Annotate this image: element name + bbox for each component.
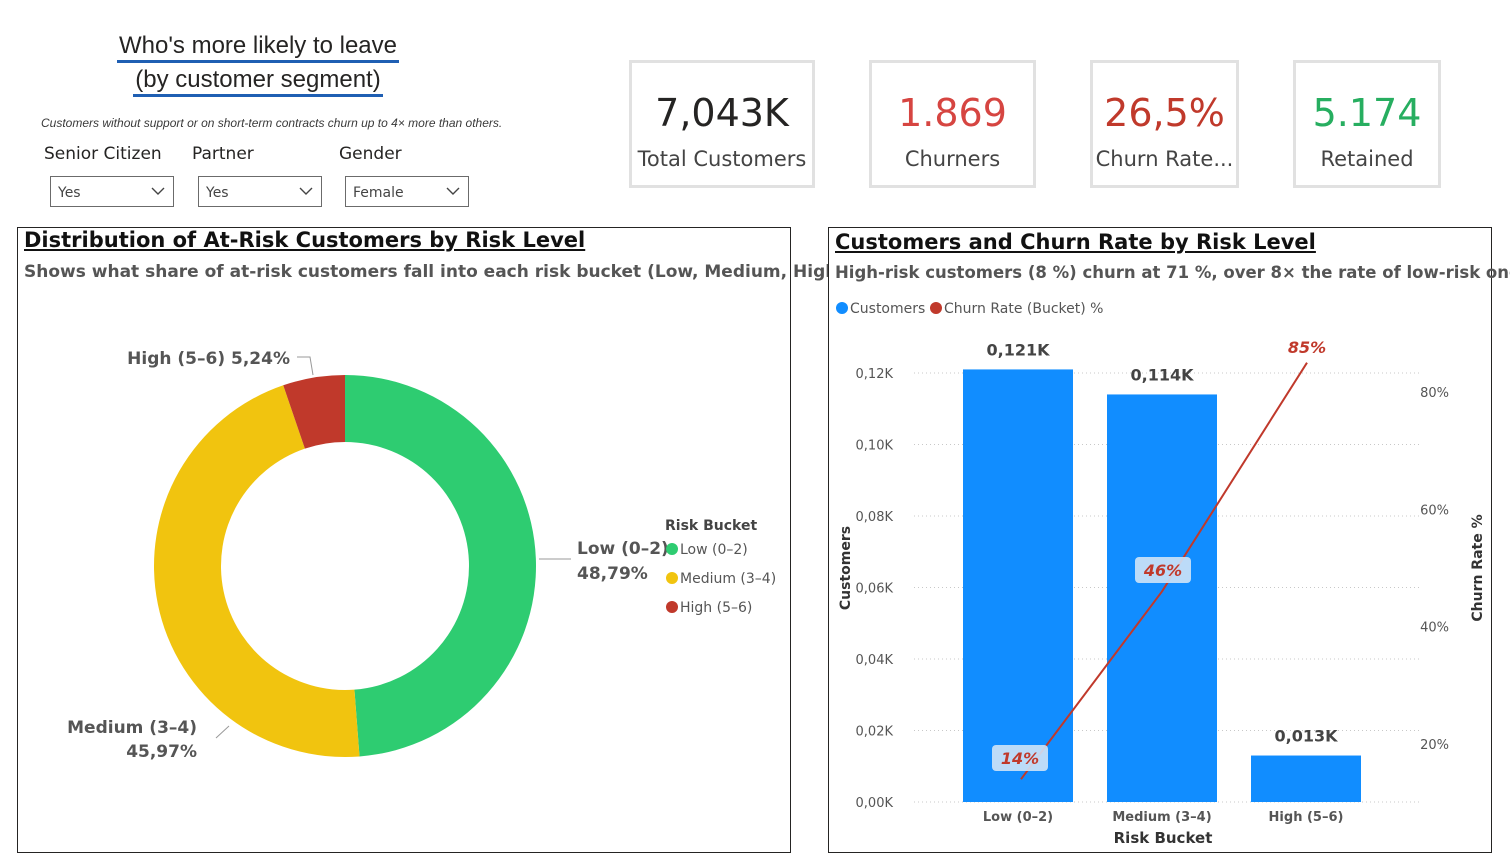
page-title-line1: Who's more likely to leave: [116, 32, 399, 63]
kpi-label: Churn Rate...: [1095, 147, 1234, 171]
kpi-total-customers: 7,043K Total Customers: [629, 60, 815, 188]
donut-chart: Low (0–2) 48,79% Medium (3–4) 45,97% High (5…: [67, 349, 776, 762]
combo-chart: Customers Churn Rate (Bucket) % 0,00K 0,02K…: [836, 301, 1486, 847]
donut-legend-item: Low (0–2): [680, 542, 748, 558]
y-axis-title: Customers: [838, 526, 854, 610]
leader-line-high: [297, 356, 314, 376]
kpi-retained: 5.174 Retained: [1293, 60, 1441, 188]
donut-label-high: High (5–6) 5,24%: [127, 349, 290, 369]
slicer-gender: Gender Female: [339, 144, 469, 207]
kpi-churn-rate: 26,5% Churn Rate...: [1090, 60, 1239, 188]
x-tick-label: Medium (3–4): [1112, 810, 1211, 825]
partner-dropdown[interactable]: Yes: [198, 176, 322, 207]
slicer-value: Yes: [206, 185, 229, 201]
page-title-line2: (by customer segment): [133, 66, 383, 97]
y2-tick-label: 20%: [1420, 738, 1449, 753]
line-value-label: 14%: [1001, 749, 1039, 768]
legend-marker-customers: [836, 302, 848, 314]
combo-panel: Customers and Churn Rate by Risk Level H…: [828, 227, 1510, 853]
donut-slice-1: [345, 375, 536, 757]
y-tick-label: 0,12K: [856, 367, 894, 382]
slicer-label: Gender: [339, 144, 402, 164]
bar-1: [963, 369, 1073, 802]
page-title: Who's more likely to leave (by customer …: [98, 30, 418, 97]
y-tick-label: 0,10K: [856, 439, 894, 454]
donut-legend-item: High (5–6): [680, 600, 752, 616]
kpi-churners: 1.869 Churners: [869, 60, 1036, 188]
combo-legend-churn-rate: Churn Rate (Bucket) %: [944, 301, 1103, 317]
combo-legend-customers: Customers: [850, 301, 925, 317]
bar-3: [1251, 755, 1361, 802]
donut-value-medium: 45,97%: [126, 742, 197, 762]
y-tick-label: 0,00K: [856, 796, 894, 811]
y2-tick-label: 80%: [1420, 386, 1449, 401]
y2-axis-title: Churn Rate %: [1470, 514, 1486, 621]
donut-label-medium: Medium (3–4): [67, 718, 197, 738]
slicer-partner: Partner Yes: [192, 144, 322, 207]
donut-legend-title: Risk Bucket: [665, 518, 757, 534]
y-tick-label: 0,06K: [856, 582, 894, 597]
y-tick-label: 0,08K: [856, 510, 894, 525]
donut-label-low: Low (0–2): [577, 539, 669, 559]
line-value-label: 85%: [1288, 338, 1326, 357]
legend-marker-churn-rate: [930, 302, 942, 314]
bar-value-label: 0,114K: [1130, 365, 1194, 384]
kpi-label: Retained: [1320, 147, 1414, 171]
donut-panel: Distribution of At-Risk Customers by Ris…: [17, 227, 845, 853]
slicer-value: Female: [353, 185, 404, 201]
bar-2: [1107, 394, 1217, 802]
kpi-value: 26,5%: [1104, 91, 1225, 135]
kpi-value: 7,043K: [655, 91, 789, 135]
y2-tick-label: 40%: [1420, 621, 1449, 636]
y-tick-label: 0,02K: [856, 725, 894, 740]
line-value-label: 46%: [1143, 561, 1182, 580]
x-tick-label: Low (0–2): [983, 810, 1053, 825]
bar-value-label: 0,013K: [1274, 727, 1338, 746]
slicer-label: Partner: [192, 144, 254, 164]
donut-legend-item: Medium (3–4): [680, 571, 776, 587]
kpi-label: Churners: [904, 147, 1001, 171]
bar-value-label: 0,121K: [986, 340, 1050, 359]
chevron-down-icon: [446, 187, 460, 195]
gender-dropdown[interactable]: Female: [345, 176, 469, 207]
chevron-down-icon: [299, 187, 313, 195]
kpi-value: 5.174: [1312, 91, 1422, 135]
senior-citizen-dropdown[interactable]: Yes: [50, 176, 174, 207]
legend-marker-1: [666, 543, 678, 555]
legend-marker-3: [666, 601, 678, 613]
y-tick-label: 0,04K: [856, 653, 894, 668]
chevron-down-icon: [151, 187, 165, 195]
slicer-value: Yes: [58, 185, 81, 201]
donut-value-low: 48,79%: [577, 564, 648, 584]
kpi-label: Total Customers: [637, 147, 807, 171]
x-axis-title: Risk Bucket: [1114, 829, 1213, 847]
page-subtitle: Customers without support or on short-te…: [41, 116, 503, 130]
kpi-value: 1.869: [898, 91, 1007, 135]
x-tick-label: High (5–6): [1269, 810, 1344, 825]
y2-tick-label: 60%: [1420, 503, 1449, 518]
legend-marker-2: [666, 572, 678, 584]
slicer-senior-citizen: Senior Citizen Yes: [44, 144, 174, 207]
slicer-label: Senior Citizen: [44, 144, 162, 164]
leader-line-medium: [215, 725, 230, 739]
